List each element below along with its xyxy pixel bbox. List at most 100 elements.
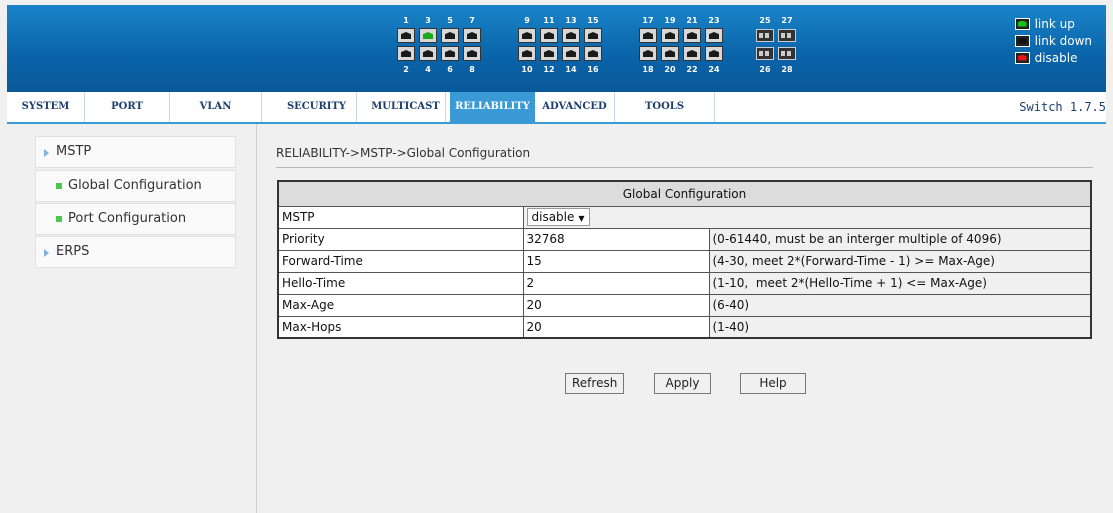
port-20-icon[interactable] [661,46,679,61]
port-number: 16 [587,65,599,74]
mstp-select[interactable]: disable ▼ [526,208,590,226]
legend-label: disable [1034,50,1078,65]
port-number: 25 [759,16,771,25]
port-15-icon[interactable] [584,28,602,43]
max-age-label: Max-Age [277,293,524,317]
port-7-icon[interactable] [463,28,481,43]
priority-label: Priority [277,227,524,251]
table-row: MSTP disable ▼ [277,205,1092,229]
table-title: Global Configuration [277,180,1092,207]
refresh-button[interactable]: Refresh [565,373,625,394]
port-12-icon[interactable] [540,46,558,61]
port-3-icon[interactable] [419,28,437,43]
port-2-icon[interactable] [397,46,415,61]
port-18-icon[interactable] [639,46,657,61]
port-number: 17 [642,16,654,25]
forward-time-input[interactable]: 15 [522,249,710,273]
port-number: 4 [425,65,431,74]
sidebar-item-port-configuration[interactable]: Port Configuration [35,203,236,235]
port-legend: link up link down disable [1014,15,1092,66]
sidebar-item-global-configuration[interactable]: Global Configuration [35,170,236,202]
table-row: Max-Age 20 (6-40) [277,293,1092,317]
legend-label: link up [1034,16,1075,31]
port-17-icon[interactable] [639,28,657,43]
table-row: Forward-Time 15 (4-30, meet 2*(Forward-T… [277,249,1092,273]
menu-vlan[interactable]: VLAN [170,92,262,122]
port-number: 11 [543,16,555,25]
mstp-label: MSTP [277,205,524,229]
hello-time-label: Hello-Time [277,271,524,295]
port-22-icon[interactable] [683,46,701,61]
max-age-hint: (6-40) [708,293,1092,317]
apply-button[interactable]: Apply [654,373,711,394]
max-age-input[interactable]: 20 [522,293,710,317]
mstp-cell: disable ▼ [522,205,1092,229]
mstp-select-value: disable [531,210,575,224]
port-group-1-8: 1 3 5 7 2 4 6 8 [395,15,483,76]
port-number: 1 [403,16,409,25]
port-10-icon[interactable] [518,46,536,61]
max-hops-input[interactable]: 20 [522,315,710,339]
table-row: Hello-Time 2 (1-10, meet 2*(Hello-Time +… [277,271,1092,295]
port-4-icon[interactable] [419,46,437,61]
max-hops-label: Max-Hops [277,315,524,339]
sfp-port-26-icon[interactable] [756,47,774,60]
table-row: Max-Hops 20 (1-40) [277,315,1092,339]
port-14-icon[interactable] [562,46,580,61]
port-13-icon[interactable] [562,28,580,43]
port-number: 19 [664,16,676,25]
port-number: 7 [469,16,475,25]
global-configuration-table: Global Configuration MSTP disable ▼ Prior… [277,180,1092,339]
port-group-sfp: 25 27 26 28 [754,15,798,76]
menu-system[interactable]: SYSTEM [7,92,85,122]
port-5-icon[interactable] [441,28,459,43]
menu-security[interactable]: SECURITY [277,92,357,122]
breadcrumb: RELIABILITY->MSTP->Global Configuration [276,146,531,160]
port-group-17-24: 17 19 21 23 18 20 22 24 [637,15,725,76]
port-1-icon[interactable] [397,28,415,43]
port-24-icon[interactable] [705,46,723,61]
port-number: 5 [447,16,453,25]
menu-port[interactable]: PORT [85,92,170,122]
port-23-icon[interactable] [705,28,723,43]
port-number: 24 [708,65,720,74]
port-number: 20 [664,65,676,74]
port-number: 10 [521,65,533,74]
hello-time-hint: (1-10, meet 2*(Hello-Time + 1) <= Max-Ag… [708,271,1092,295]
sfp-port-27-icon[interactable] [778,29,796,42]
hello-time-input[interactable]: 2 [522,271,710,295]
help-button[interactable]: Help [740,373,806,394]
port-number: 12 [543,65,555,74]
port-number: 14 [565,65,577,74]
port-number: 28 [781,65,793,74]
port-8-icon[interactable] [463,46,481,61]
firmware-version: Switch 1.7.5 [1019,100,1106,114]
priority-hint: (0-61440, must be an interger multiple o… [708,227,1092,251]
table-row: Priority 32768 (0-61440, must be an inte… [277,227,1092,251]
max-hops-hint: (1-40) [708,315,1092,339]
port-group-9-16: 9 11 13 15 10 12 14 16 [516,15,604,76]
port-11-icon[interactable] [540,28,558,43]
sidebar-item-erps[interactable]: ERPS [35,236,236,268]
menu-tools[interactable]: TOOLS [615,92,715,122]
forward-time-hint: (4-30, meet 2*(Forward-Time - 1) >= Max-… [708,249,1092,273]
priority-input[interactable]: 32768 [522,227,710,251]
port-number: 13 [565,16,577,25]
link-up-icon [1014,17,1030,30]
port-6-icon[interactable] [441,46,459,61]
sfp-port-25-icon[interactable] [756,29,774,42]
sidebar-item-mstp[interactable]: MSTP [35,136,236,168]
port-status-banner: 1 3 5 7 2 4 6 8 9 11 13 15 10 12 14 16 1… [7,5,1106,92]
port-21-icon[interactable] [683,28,701,43]
menu-advanced[interactable]: ADVANCED [535,92,615,122]
menu-reliability[interactable]: RELIABILITY [450,92,535,122]
port-number: 3 [425,16,431,25]
port-16-icon[interactable] [584,46,602,61]
sfp-port-28-icon[interactable] [778,47,796,60]
dropdown-arrow-icon: ▼ [578,214,585,223]
port-9-icon[interactable] [518,28,536,43]
legend-disable: disable [1014,49,1092,66]
port-19-icon[interactable] [661,28,679,43]
menu-multicast[interactable]: MULTICAST [366,92,446,122]
port-number: 15 [587,16,599,25]
